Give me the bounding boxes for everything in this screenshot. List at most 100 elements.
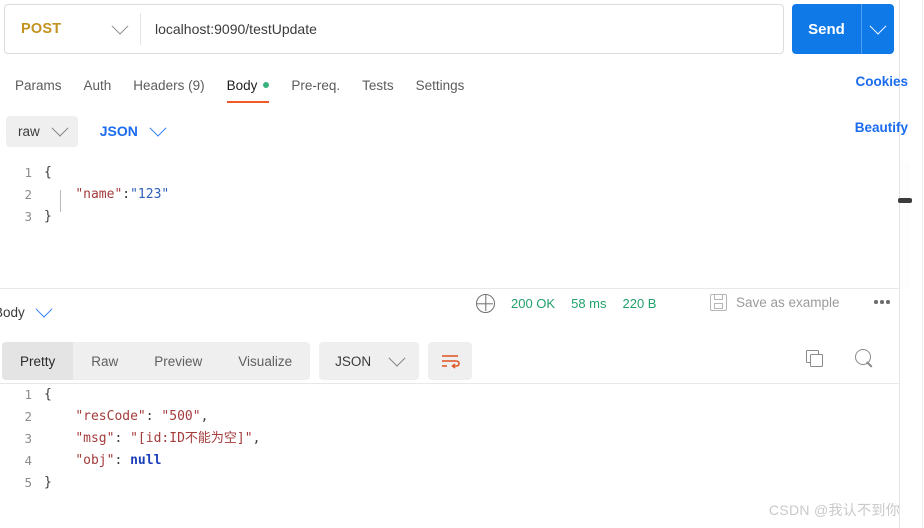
chevron-down-icon — [51, 119, 69, 137]
copy-icon-front — [810, 354, 823, 367]
line-text: } — [44, 472, 52, 494]
tab-tests[interactable]: Tests — [351, 66, 405, 104]
code-line: 2 "resCode": "500", — [0, 406, 899, 428]
code-token: { — [44, 165, 52, 180]
tab-label: Raw — [91, 353, 119, 369]
code-token: "123" — [130, 187, 170, 202]
code-line: 3 "msg": "[id:ID不能为空]", — [0, 428, 899, 450]
line-number: 5 — [24, 475, 32, 490]
code-token: , — [200, 409, 209, 424]
tab-auth[interactable]: Auth — [73, 66, 123, 104]
tab-body[interactable]: Body — [216, 66, 281, 104]
request-code-lines: 1{2 "name":"123" 3} — [0, 162, 899, 228]
save-as-example-label: Save as example — [736, 295, 840, 310]
save-icon — [710, 294, 727, 311]
code-line: 1{ — [0, 162, 899, 184]
response-format-label: JSON — [335, 353, 372, 369]
send-button[interactable]: Send — [792, 4, 861, 54]
cookies-link[interactable]: Cookies — [855, 74, 908, 89]
line-text: "obj": null — [44, 450, 161, 472]
request-body-editor[interactable]: 1{2 "name":"123" 3} — [0, 162, 899, 288]
http-method-label: POST — [21, 21, 62, 37]
line-text: { — [44, 384, 52, 406]
send-options-button[interactable] — [861, 4, 894, 54]
code-token: , — [252, 431, 261, 446]
response-more-options-button[interactable] — [874, 300, 890, 304]
response-divider — [0, 288, 899, 289]
code-line: 5} — [0, 472, 899, 494]
body-type-row: raw JSON — [0, 108, 899, 154]
tab-params[interactable]: Params — [4, 66, 73, 104]
response-meta: 200 OK 58 ms 220 B — [476, 294, 656, 313]
save-as-example-button[interactable]: Save as example — [710, 294, 840, 311]
code-token: } — [44, 209, 52, 224]
line-text: "resCode": "500", — [44, 406, 208, 428]
code-token: : — [114, 431, 131, 446]
tab-preview[interactable]: Preview — [136, 342, 220, 380]
tab-headers[interactable]: Headers (9) — [122, 66, 215, 104]
code-token: "500" — [161, 409, 201, 424]
copy-button[interactable] — [806, 350, 823, 367]
response-body-select[interactable]: Body — [0, 300, 53, 320]
tab-settings[interactable]: Settings — [405, 66, 476, 104]
request-scrollbar-track[interactable] — [900, 162, 910, 288]
line-text: } — [44, 206, 52, 228]
line-number: 2 — [24, 409, 32, 424]
url-bar: POST localhost:9090/testUpdate — [4, 4, 784, 54]
tab-label: Headers (9) — [133, 77, 205, 93]
chevron-down-icon — [388, 349, 406, 367]
globe-icon — [476, 294, 495, 313]
body-format-label: JSON — [99, 123, 138, 139]
tab-label: Visualize — [238, 353, 293, 369]
right-divider-outer — [922, 0, 923, 528]
watermark: CSDN @我认不到你 — [768, 502, 900, 518]
response-body-label: Body — [0, 304, 25, 320]
line-number: 3 — [24, 209, 32, 224]
line-number: 1 — [24, 387, 32, 402]
search-icon-handle — [866, 361, 873, 368]
word-wrap-icon — [442, 355, 460, 369]
body-format-select[interactable]: JSON — [99, 119, 167, 139]
chevron-down-icon — [111, 17, 129, 35]
code-token: : — [114, 453, 131, 468]
tab-label: Tests — [362, 77, 394, 93]
code-line: 2 "name":"123" — [0, 184, 899, 206]
tab-raw[interactable]: Raw — [73, 342, 136, 380]
dot — [886, 300, 890, 304]
tab-label: Preview — [154, 353, 203, 369]
indent-guide — [60, 190, 61, 212]
search-button[interactable] — [855, 349, 875, 369]
send-button-group: Send — [792, 4, 894, 54]
line-number: 4 — [24, 453, 32, 468]
body-mode-label: raw — [18, 123, 40, 139]
response-view-tabs: Pretty Raw Preview Visualize — [2, 342, 311, 380]
tab-label: Auth — [83, 77, 112, 93]
dot — [880, 300, 884, 304]
chevron-down-icon — [35, 300, 53, 318]
code-token: { — [44, 387, 52, 402]
response-body-editor[interactable]: 1{2 "resCode": "500", 3 "msg": "[id:ID不能为… — [0, 384, 899, 528]
response-time: 58 ms — [571, 296, 607, 311]
chevron-down-icon — [869, 17, 887, 35]
request-tabs: Params Auth Headers (9) Body Pre-req. Te… — [0, 66, 899, 104]
tab-visualize[interactable]: Visualize — [220, 342, 310, 380]
tab-prerequest[interactable]: Pre-req. — [280, 66, 351, 104]
url-input[interactable]: localhost:9090/testUpdate — [141, 5, 783, 53]
tab-label: Pretty — [20, 353, 56, 369]
response-format-select[interactable]: JSON — [319, 342, 420, 380]
line-text: "name":"123" — [44, 184, 169, 206]
status-code: 200 OK — [511, 296, 556, 311]
code-line: 1{ — [0, 384, 899, 406]
line-number: 3 — [24, 431, 32, 446]
response-tabs-row: Pretty Raw Preview Visualize JSON — [0, 340, 899, 382]
http-method-select[interactable]: POST — [5, 5, 140, 53]
beautify-button[interactable]: Beautify — [855, 120, 908, 135]
code-token: "obj" — [75, 453, 115, 468]
word-wrap-toggle[interactable] — [428, 342, 473, 380]
tab-pretty[interactable]: Pretty — [2, 342, 74, 380]
body-mode-select[interactable]: raw — [6, 115, 78, 147]
code-token: "[id:ID不能为空]" — [130, 431, 253, 446]
request-scrollbar-thumb[interactable] — [898, 198, 912, 203]
